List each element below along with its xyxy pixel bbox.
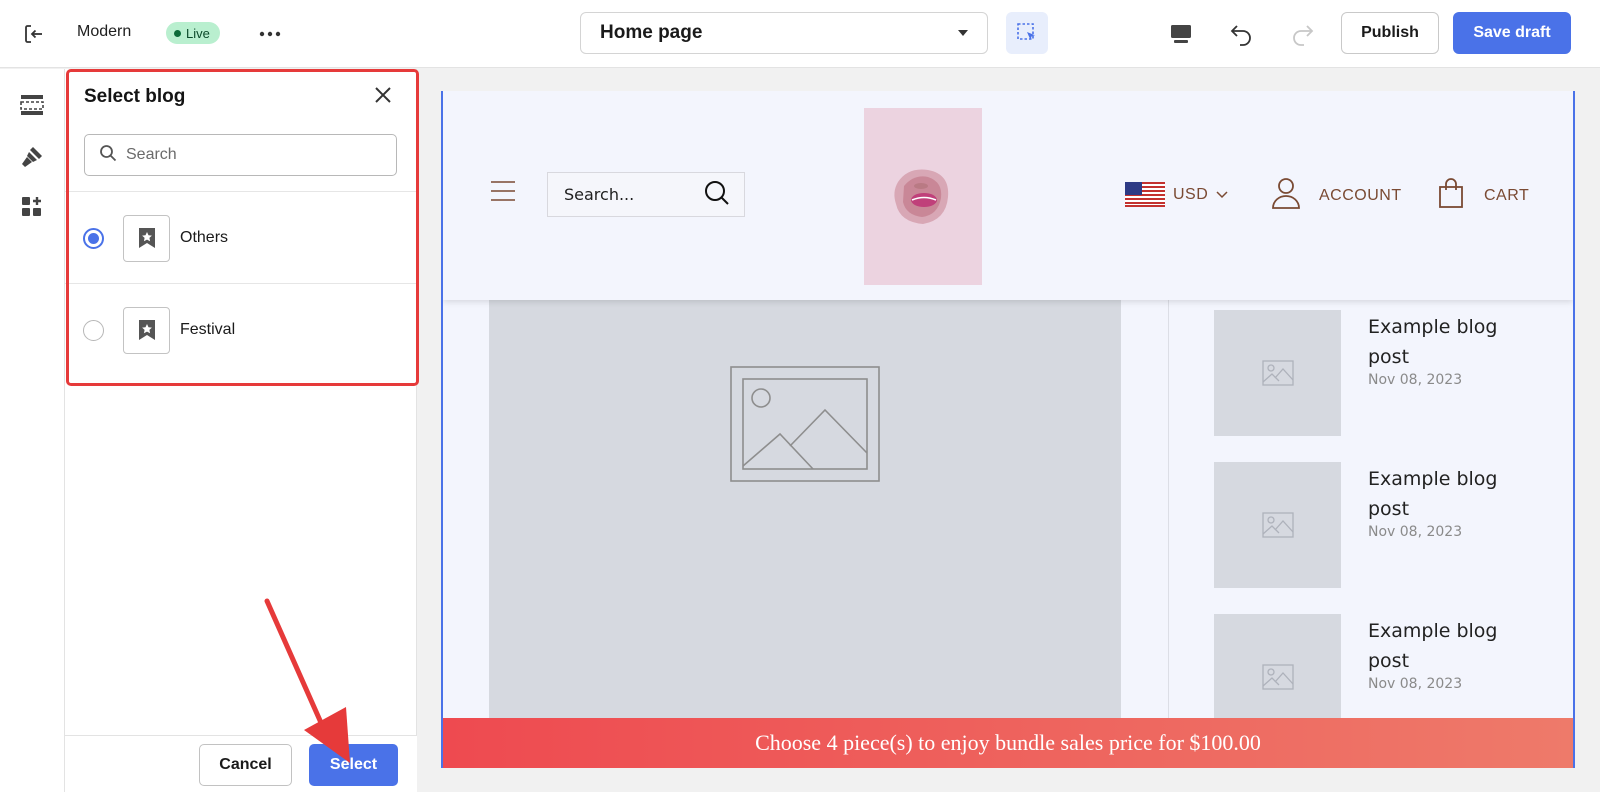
image-placeholder-icon <box>1214 462 1341 588</box>
theme-settings-icon[interactable] <box>18 143 46 171</box>
editor-rail <box>0 69 65 792</box>
account-link[interactable]: ACCOUNT <box>1271 177 1402 214</box>
image-placeholder-icon <box>730 366 880 487</box>
exit-icon[interactable] <box>20 20 48 48</box>
status-badge-label: Live <box>186 25 210 41</box>
blog-option-label: Festival <box>180 321 236 338</box>
account-label: ACCOUNT <box>1319 186 1402 204</box>
page-selector[interactable]: Home page <box>580 12 988 54</box>
desktop-preview-icon[interactable] <box>1165 18 1197 50</box>
user-icon <box>1271 177 1301 214</box>
radio-selected[interactable] <box>83 227 104 249</box>
close-icon[interactable] <box>371 83 395 107</box>
search-icon <box>99 144 117 167</box>
blog-option-label: Others <box>180 229 229 246</box>
blog-option-festival[interactable]: Festival <box>65 284 417 376</box>
image-placeholder-icon <box>1214 310 1341 436</box>
cancel-button[interactable]: Cancel <box>199 744 292 786</box>
editor-topbar: Modern Live Home page Publish Save draft <box>0 0 1600 68</box>
blog-post-card[interactable]: Example blog post Nov 08, 2023 <box>1214 310 1544 436</box>
promo-text: Choose 4 piece(s) to enjoy bundle sales … <box>755 730 1261 755</box>
undo-icon[interactable] <box>1226 18 1258 50</box>
post-date: Nov 08, 2023 <box>1368 676 1463 692</box>
inspect-selector-icon[interactable] <box>1006 12 1048 54</box>
blog-post-card[interactable]: Example blog post Nov 08, 2023 <box>1214 462 1544 588</box>
post-date: Nov 08, 2023 <box>1368 524 1463 540</box>
cart-link[interactable]: CART <box>1438 177 1529 214</box>
select-button[interactable]: Select <box>309 744 398 786</box>
live-dot-icon <box>174 29 181 37</box>
blog-option-others[interactable]: Others <box>65 192 417 284</box>
sections-icon[interactable] <box>18 91 46 119</box>
radio-unselected[interactable] <box>83 319 104 341</box>
store-search[interactable]: Search... <box>547 172 745 217</box>
currency-label: USD <box>1173 185 1209 203</box>
blog-search-field <box>84 134 397 176</box>
theme-name: Modern <box>77 23 132 40</box>
post-date: Nov 08, 2023 <box>1368 372 1463 388</box>
us-flag-icon <box>1125 182 1165 207</box>
chevron-down-icon <box>1216 186 1228 204</box>
post-title[interactable]: Example blog post <box>1368 312 1538 372</box>
storefront-preview: Search... USD ACCOUNT CART Example blog … <box>441 91 1575 768</box>
publish-button[interactable]: Publish <box>1341 12 1439 54</box>
bookmark-star-icon <box>123 214 170 262</box>
redo-icon[interactable] <box>1286 18 1318 50</box>
status-badge: Live <box>166 22 220 44</box>
cart-label: CART <box>1484 186 1530 204</box>
bundle-promo-bar[interactable]: Choose 4 piece(s) to enjoy bundle sales … <box>443 718 1573 768</box>
caret-down-icon <box>957 24 969 42</box>
save-draft-button[interactable]: Save draft <box>1453 12 1571 54</box>
shopping-bag-icon <box>1438 177 1464 214</box>
divider <box>1168 300 1169 768</box>
search-icon <box>704 180 730 210</box>
store-search-placeholder: Search... <box>564 185 635 204</box>
apps-icon[interactable] <box>18 193 46 221</box>
select-blog-panel: Select blog Others Festival Cancel Selec… <box>65 69 417 792</box>
post-title[interactable]: Example blog post <box>1368 616 1538 676</box>
more-options-icon[interactable] <box>256 20 284 48</box>
post-title[interactable]: Example blog post <box>1368 464 1538 524</box>
store-logo[interactable] <box>864 108 982 285</box>
page-selector-value: Home page <box>600 22 703 43</box>
blog-search-input[interactable] <box>126 146 376 164</box>
menu-icon[interactable] <box>489 180 517 204</box>
bookmark-star-icon <box>123 306 170 354</box>
panel-title: Select blog <box>84 86 186 107</box>
store-header: Search... USD ACCOUNT CART <box>443 91 1573 300</box>
currency-selector[interactable]: USD <box>1125 182 1228 207</box>
featured-post-image[interactable] <box>489 300 1121 768</box>
panel-footer: Cancel Select <box>65 735 417 792</box>
